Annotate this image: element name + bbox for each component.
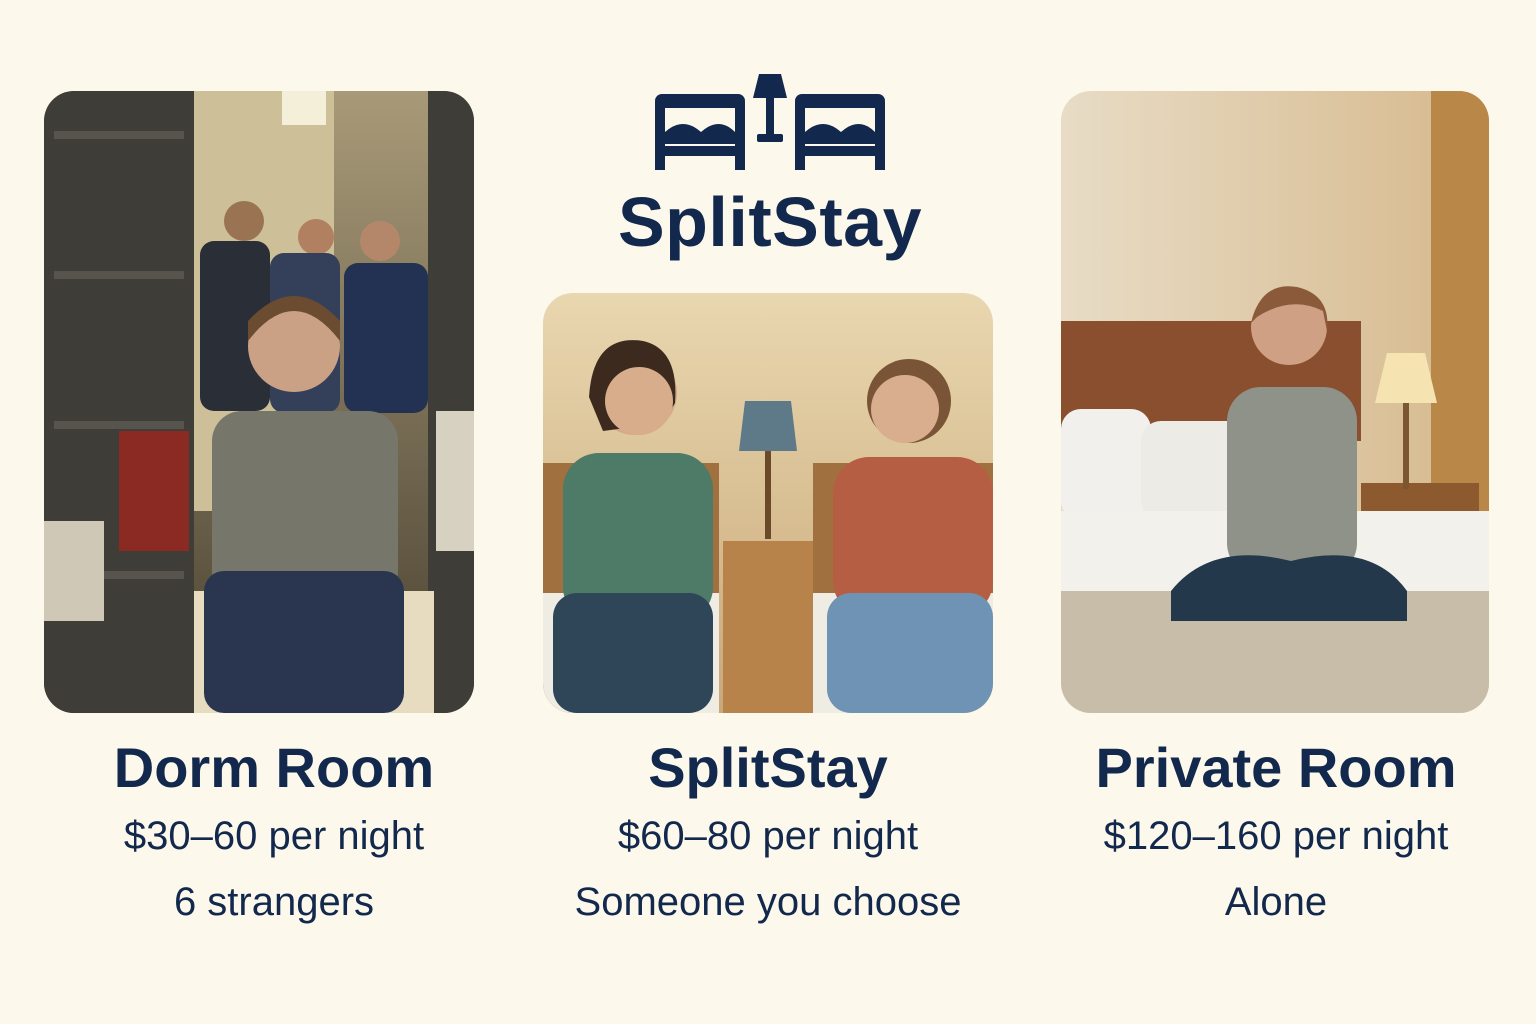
shared-room-photo (543, 293, 993, 713)
two-beds-with-lamp-icon (655, 74, 885, 170)
option-price: $120–160 per night (1103, 814, 1449, 858)
option-title: Dorm Room (113, 736, 435, 799)
option-price: $60–80 per night (617, 814, 919, 858)
option-price: $30–60 per night (123, 814, 425, 858)
private-room-photo (1061, 91, 1489, 713)
option-title: Private Room (1095, 736, 1457, 799)
dorm-room-photo (44, 91, 474, 713)
option-splitstay: SplitStay $60–80 per night Someone you c… (538, 735, 998, 927)
splitstay-logo: SplitStay (600, 72, 940, 272)
option-dorm: Dorm Room $30–60 per night 6 strangers (44, 735, 504, 927)
brand-name: SplitStay (617, 183, 923, 261)
option-title: SplitStay (648, 736, 888, 799)
option-note: 6 strangers (173, 880, 375, 924)
option-private: Private Room $120–160 per night Alone (1046, 735, 1506, 927)
option-note: Alone (1224, 880, 1328, 924)
option-note: Someone you choose (574, 880, 962, 924)
